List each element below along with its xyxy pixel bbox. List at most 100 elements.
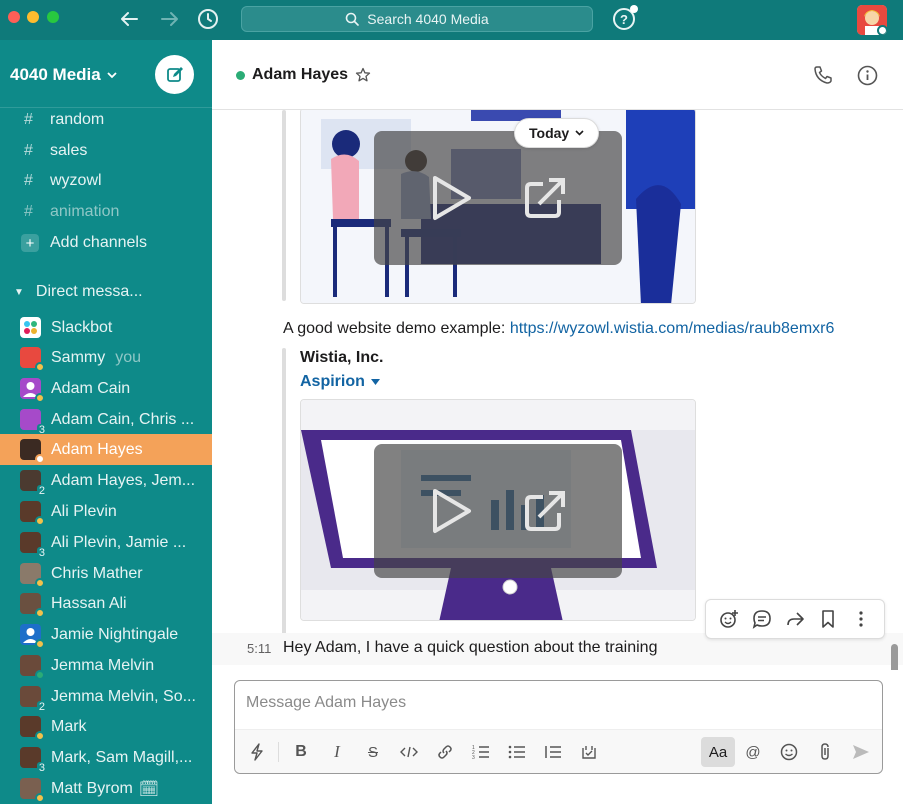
play-icon[interactable] (429, 487, 473, 535)
message-link[interactable]: https://wyzowl.wistia.com/medias/raub8em… (510, 320, 835, 337)
video-thumbnail[interactable] (300, 110, 696, 304)
attachment-paperclip-icon[interactable] (810, 737, 840, 767)
hash-icon: # (24, 172, 33, 189)
dm-group-ali-plevin[interactable]: 3 Ali Plevin, Jamie ... (0, 527, 212, 559)
open-external-icon[interactable] (523, 489, 567, 533)
away-status-dot (35, 516, 45, 526)
caret-down-icon: ▼ (14, 286, 24, 298)
message-timestamp[interactable]: 5:11 (247, 641, 271, 656)
attachment-quote-bar (282, 348, 286, 661)
phone-icon[interactable] (812, 64, 834, 86)
video-overlay (374, 444, 622, 578)
star-icon[interactable] (355, 67, 371, 83)
play-icon[interactable] (429, 174, 473, 222)
user-avatar[interactable] (857, 5, 887, 35)
format-toggle-button[interactable]: Aa (701, 737, 735, 767)
compose-button[interactable] (155, 55, 194, 94)
dm-adam-cain[interactable]: Adam Cain (0, 373, 212, 404)
history-clock-icon[interactable] (195, 7, 221, 31)
date-divider-label: Today (529, 125, 570, 141)
dm-sammy[interactable]: Sammy you (0, 342, 212, 373)
message-input[interactable] (246, 691, 866, 715)
dm-group-adam-hayes[interactable]: 2 Adam Hayes, Jem... (0, 465, 212, 497)
conversation-title[interactable]: Adam Hayes (236, 66, 371, 84)
add-reaction-icon[interactable] (717, 607, 741, 631)
video-thumbnail[interactable] (300, 399, 696, 621)
channel-label: wyzowl (50, 172, 102, 189)
link-icon[interactable] (430, 737, 460, 767)
dm-label: Adam Cain (51, 379, 131, 397)
shortcuts-lightning-icon[interactable] (242, 737, 272, 767)
message-composer: B I S 123 Aa @ (234, 680, 883, 774)
message-list[interactable]: Today A good website demo example: https… (212, 110, 903, 670)
share-forward-icon[interactable] (783, 607, 807, 631)
search-icon (345, 12, 360, 26)
dm-matt-byrom[interactable]: Matt Byrom 🗓 (0, 773, 212, 804)
dm-adam-hayes[interactable]: Adam Hayes (0, 434, 212, 465)
add-channels-button[interactable]: + Add channels (0, 228, 212, 258)
dm-label: Hassan Ali (51, 594, 127, 612)
online-status-dot (35, 670, 45, 680)
attachment-quote-bar (282, 110, 286, 301)
numbered-list-icon[interactable]: 123 (466, 737, 496, 767)
bulleted-list-icon[interactable] (502, 737, 532, 767)
channel-sales[interactable]: # sales (0, 136, 212, 166)
more-actions-icon[interactable] (849, 607, 873, 631)
code-icon[interactable] (394, 737, 424, 767)
dm-chris-mather[interactable]: Chris Mather (0, 558, 212, 589)
avatar (20, 655, 45, 680)
dm-label: Mark (51, 717, 87, 735)
slackbot-avatar (20, 317, 41, 338)
dm-ali-plevin[interactable]: Ali Plevin (0, 496, 212, 527)
avatar (20, 347, 45, 372)
bookmark-icon[interactable] (816, 607, 840, 631)
group-avatar: 3 (20, 409, 47, 436)
scrollbar-thumb[interactable] (891, 644, 898, 670)
dm-label: Adam Cain, Chris ... (51, 410, 195, 428)
date-divider[interactable]: Today (514, 118, 600, 148)
info-icon[interactable] (856, 64, 878, 86)
dm-label: Jemma Melvin (51, 656, 155, 674)
italic-icon[interactable]: I (322, 737, 352, 767)
dm-label: Sammy (51, 348, 106, 366)
channel-wyzowl[interactable]: # wyzowl (0, 166, 212, 196)
minimize-window-button[interactable] (27, 11, 39, 23)
back-arrow-icon[interactable] (116, 7, 142, 31)
direct-messages-section[interactable]: ▼ Direct messa... (0, 277, 212, 307)
message-actions-toolbar (705, 599, 885, 639)
group-avatar: 2 (20, 686, 47, 713)
bold-icon[interactable]: B (286, 737, 316, 767)
dm-hassan-ali[interactable]: Hassan Ali (0, 588, 212, 619)
dm-slackbot[interactable]: Slackbot (0, 312, 212, 343)
code-block-icon[interactable] (574, 737, 604, 767)
chevron-down-icon (575, 130, 584, 136)
blockquote-icon[interactable] (538, 737, 568, 767)
hash-icon: # (24, 142, 33, 159)
dm-jamie-nightingale[interactable]: Jamie Nightingale (0, 619, 212, 650)
dm-label: Matt Byrom (51, 779, 133, 797)
strikethrough-icon[interactable]: S (358, 737, 388, 767)
search-bar[interactable]: Search 4040 Media (241, 6, 593, 32)
channel-random[interactable]: # random (0, 105, 212, 135)
dm-label: Jamie Nightingale (51, 625, 179, 643)
dm-group-adam-cain[interactable]: 3 Adam Cain, Chris ... (0, 404, 212, 436)
dm-group-jemma-melvin[interactable]: 2 Jemma Melvin, So... (0, 681, 212, 713)
dm-mark[interactable]: Mark (0, 711, 212, 742)
dm-jemma-melvin[interactable]: Jemma Melvin (0, 650, 212, 681)
open-external-icon[interactable] (523, 176, 567, 220)
close-window-button[interactable] (8, 11, 20, 23)
workspace-menu[interactable]: 4040 Media (10, 65, 117, 85)
zoom-window-button[interactable] (47, 11, 59, 23)
emoji-icon[interactable] (774, 737, 804, 767)
forward-arrow-icon[interactable] (157, 7, 183, 31)
calendar-emoji-icon: 🗓 (138, 780, 160, 798)
mention-icon[interactable]: @ (738, 737, 768, 767)
dm-group-mark[interactable]: 3 Mark, Sam Magill,... (0, 742, 212, 774)
help-notification-dot (630, 5, 638, 13)
reply-in-thread-icon[interactable] (750, 607, 774, 631)
channel-animation[interactable]: # animation (0, 197, 212, 227)
away-status-dot (35, 731, 45, 741)
group-avatar: 3 (20, 747, 47, 774)
unfurl-title[interactable]: Aspirion (300, 373, 380, 391)
send-icon[interactable] (846, 737, 876, 767)
